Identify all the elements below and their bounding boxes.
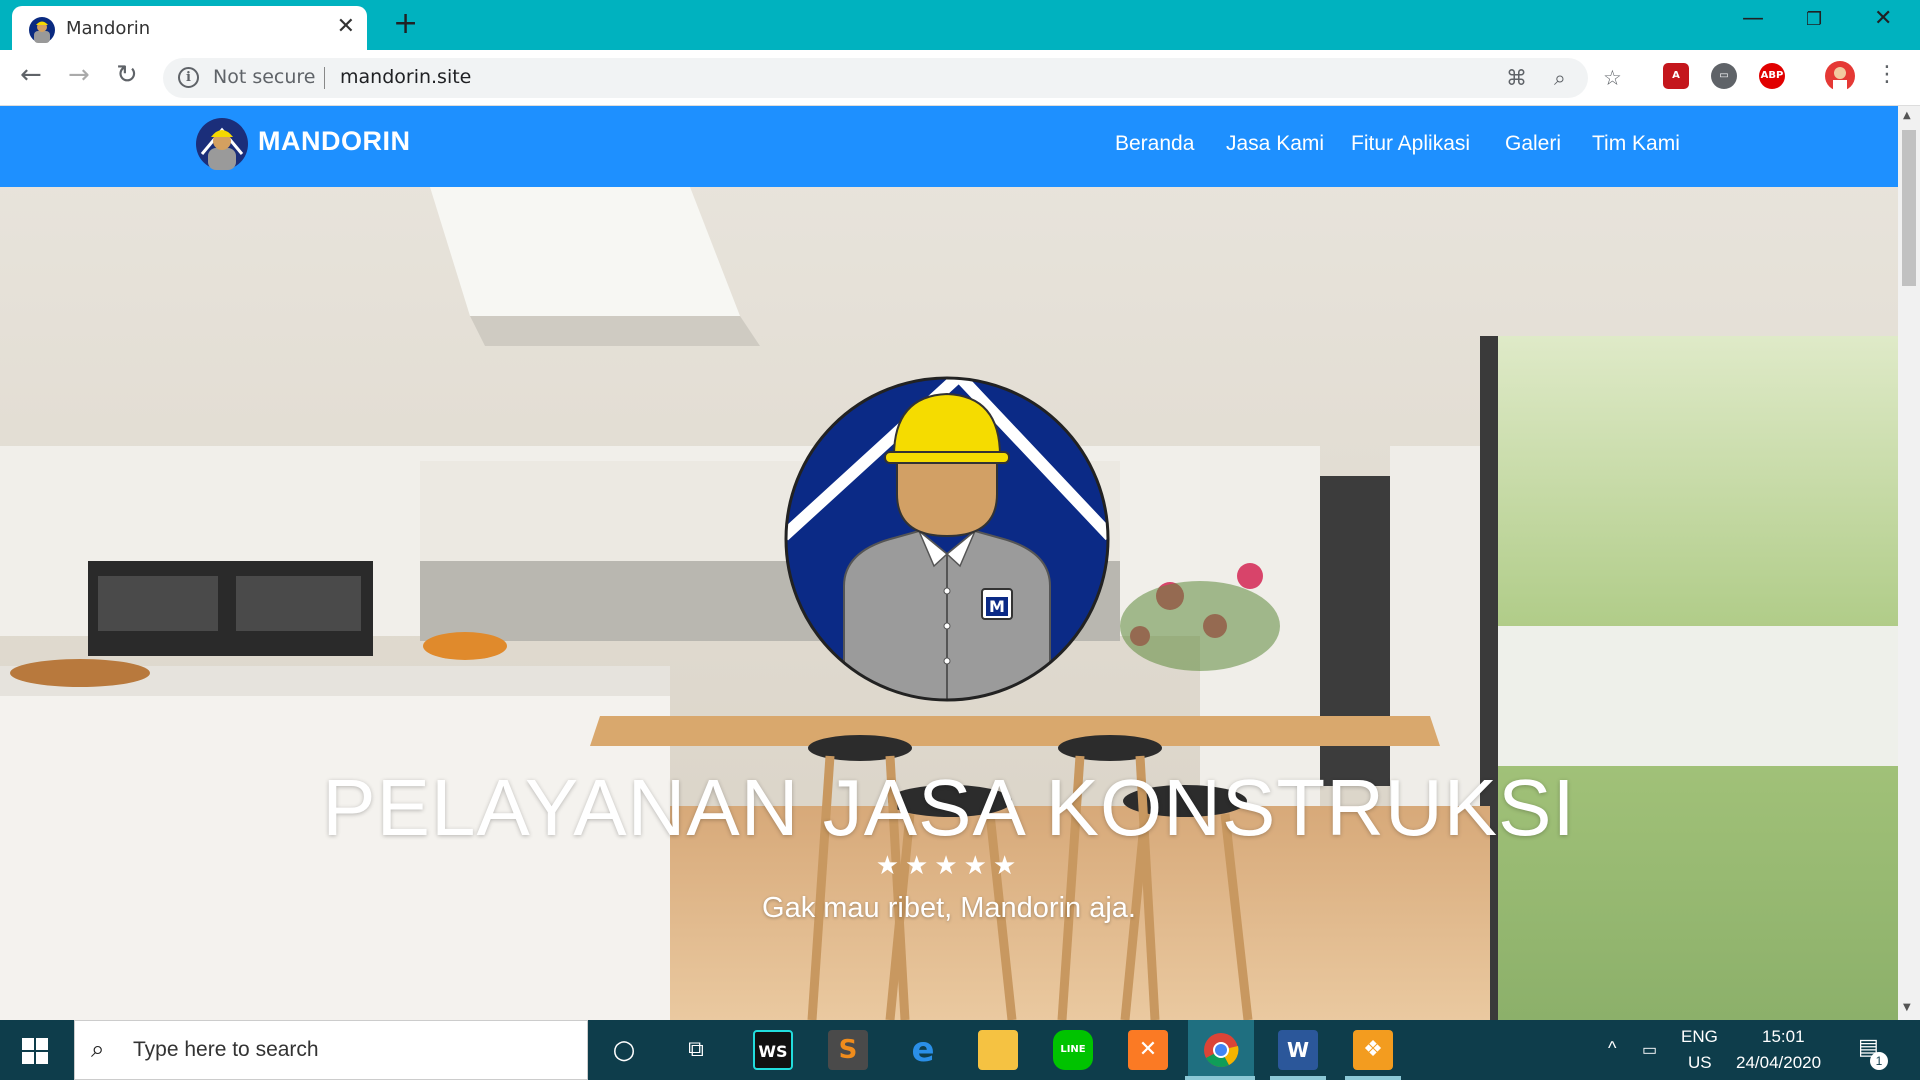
bookmark-star-icon[interactable]: ☆ bbox=[1603, 66, 1622, 90]
edge-icon[interactable]: e bbox=[903, 1030, 943, 1070]
nav-fitur-aplikasi[interactable]: Fitur Aplikasi bbox=[1351, 132, 1470, 156]
page-viewport: MANDORIN Beranda Jasa Kami Fitur Aplikas… bbox=[0, 106, 1898, 1020]
nav-jasa-kami[interactable]: Jasa Kami bbox=[1226, 132, 1324, 156]
nav-tim-kami[interactable]: Tim Kami bbox=[1592, 132, 1680, 156]
word-running-indicator bbox=[1270, 1076, 1326, 1080]
hero-worker-logo: M bbox=[784, 376, 1110, 702]
pdf-icon[interactable]: ❖ bbox=[1353, 1030, 1393, 1070]
scroll-down-icon[interactable]: ▼ bbox=[1903, 1002, 1911, 1013]
nav-galeri[interactable]: Galeri bbox=[1505, 132, 1561, 156]
browser-tab[interactable]: Mandorin ✕ bbox=[12, 6, 367, 50]
minimize-icon[interactable]: — bbox=[1742, 6, 1764, 31]
info-icon[interactable]: i bbox=[178, 67, 199, 88]
file-explorer-icon[interactable] bbox=[978, 1030, 1018, 1070]
battery-icon[interactable]: ▭ bbox=[1642, 1040, 1657, 1060]
pdf-running-indicator bbox=[1345, 1076, 1401, 1080]
cortana-icon[interactable]: ○ bbox=[604, 1030, 644, 1070]
back-icon[interactable]: ← bbox=[20, 60, 42, 90]
webstorm-icon[interactable]: WS bbox=[753, 1030, 793, 1070]
xampp-icon[interactable]: ✕ bbox=[1128, 1030, 1168, 1070]
tray-chevron-icon[interactable]: ^ bbox=[1608, 1038, 1616, 1059]
mandorin-favicon-icon bbox=[29, 17, 55, 43]
chrome-running-indicator bbox=[1185, 1076, 1255, 1080]
word-icon[interactable]: W bbox=[1278, 1030, 1318, 1070]
scroll-thumb[interactable] bbox=[1902, 130, 1916, 286]
notification-count-badge: 1 bbox=[1870, 1052, 1888, 1070]
page-scrollbar[interactable]: ▲ ▼ bbox=[1898, 106, 1920, 1020]
hero-subtitle: Gak mau ribet, Mandorin aja. bbox=[762, 892, 1136, 924]
chrome-icon[interactable] bbox=[1203, 1032, 1239, 1068]
forward-icon[interactable]: → bbox=[68, 60, 90, 90]
address-bar[interactable]: i Not secure mandorin.site ⌘ ⌕ ☆ bbox=[163, 58, 1622, 98]
mandorin-logo-icon[interactable] bbox=[196, 118, 248, 170]
hero-logo-badge-letter: M bbox=[989, 597, 1005, 616]
language-top[interactable]: ENG bbox=[1681, 1027, 1718, 1047]
window-close-icon[interactable]: ✕ bbox=[1874, 6, 1892, 31]
nav-beranda[interactable]: Beranda bbox=[1115, 132, 1194, 156]
site-navbar: MANDORIN Beranda Jasa Kami Fitur Aplikas… bbox=[0, 106, 1898, 187]
security-label: Not secure bbox=[213, 66, 316, 88]
new-tab-button[interactable]: + bbox=[393, 6, 418, 41]
language-bottom[interactable]: US bbox=[1688, 1053, 1712, 1073]
url-text[interactable]: mandorin.site bbox=[340, 66, 471, 88]
taskbar-search-box[interactable]: ⌕ Type here to search bbox=[74, 1020, 588, 1080]
reload-icon[interactable]: ↻ bbox=[116, 60, 138, 90]
clock-date[interactable]: 24/04/2020 bbox=[1736, 1053, 1821, 1073]
profile-avatar[interactable] bbox=[1825, 61, 1855, 91]
line-extension-icon[interactable]: ▭ bbox=[1711, 63, 1737, 89]
search-icon: ⌕ bbox=[91, 1035, 105, 1063]
browser-tab-strip: Mandorin ✕ + — ❐ ✕ bbox=[0, 0, 1920, 50]
hero-title: PELAYANAN JASA KONSTRUKSI bbox=[322, 763, 1576, 852]
scroll-up-icon[interactable]: ▲ bbox=[1903, 110, 1911, 121]
chrome-menu-icon[interactable]: ⋮ bbox=[1876, 62, 1898, 87]
taskbar-search-placeholder: Type here to search bbox=[133, 1038, 319, 1061]
restore-icon[interactable]: ❐ bbox=[1806, 9, 1822, 30]
acrobat-extension-icon[interactable]: A bbox=[1663, 63, 1689, 89]
line-icon[interactable]: LINE bbox=[1053, 1030, 1093, 1070]
adblock-extension-icon[interactable]: ABP bbox=[1759, 63, 1785, 89]
translate-icon[interactable]: ⌘ bbox=[1506, 66, 1527, 90]
tab-title: Mandorin bbox=[66, 18, 151, 39]
tab-close-icon[interactable]: ✕ bbox=[337, 14, 355, 39]
clock-time[interactable]: 15:01 bbox=[1762, 1027, 1805, 1047]
browser-toolbar: ← → ↻ i Not secure mandorin.site ⌘ ⌕ ☆ A… bbox=[0, 50, 1920, 106]
zoom-icon[interactable]: ⌕ bbox=[1554, 66, 1566, 91]
windows-taskbar: ⌕ Type here to search ○ ⧉ WS S e LINE ✕ … bbox=[0, 1020, 1920, 1080]
task-view-icon[interactable]: ⧉ bbox=[676, 1030, 716, 1070]
url-divider bbox=[324, 67, 325, 89]
hero-rating-stars: ★★★★★ bbox=[875, 851, 1023, 881]
windows-start-icon[interactable] bbox=[22, 1038, 48, 1064]
brand-name[interactable]: MANDORIN bbox=[258, 126, 411, 157]
sublime-icon[interactable]: S bbox=[828, 1030, 868, 1070]
